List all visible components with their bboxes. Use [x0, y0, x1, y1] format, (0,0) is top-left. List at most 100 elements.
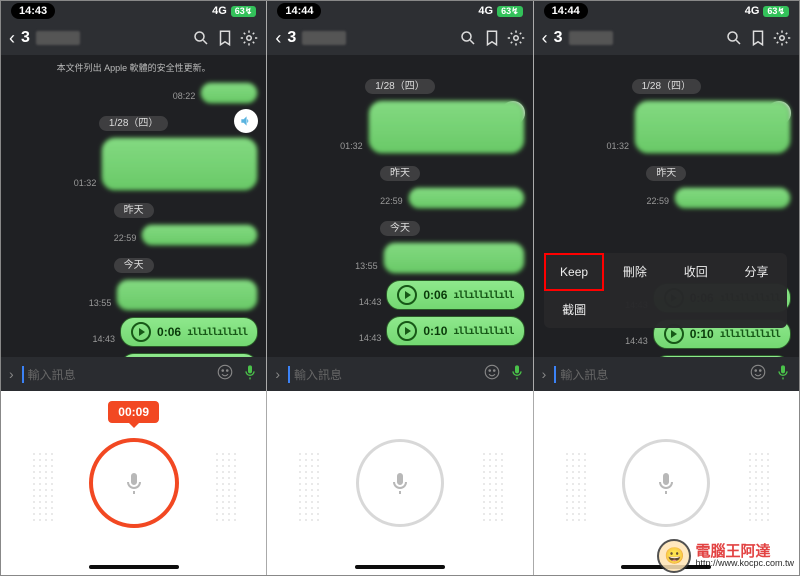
decoration-dots-left: [564, 451, 586, 521]
msg-bubble[interactable]: [141, 224, 258, 246]
play-icon[interactable]: [131, 322, 151, 342]
chat-header: ‹ 3: [267, 21, 532, 55]
speaker-toggle[interactable]: [234, 109, 258, 133]
msg-bubble[interactable]: [383, 242, 525, 274]
battery-icon: 63↯: [497, 6, 523, 17]
unread-count: 3: [554, 29, 563, 47]
msg-bubble[interactable]: [408, 187, 525, 209]
home-indicator[interactable]: [355, 565, 445, 569]
expand-icon[interactable]: ›: [9, 366, 14, 382]
search-icon[interactable]: [459, 29, 477, 47]
back-button[interactable]: ‹: [275, 28, 281, 49]
waveform-icon: ıllıllıllıll: [720, 329, 780, 340]
record-button[interactable]: [356, 439, 444, 527]
msg-bubble[interactable]: [200, 82, 258, 104]
voice-message[interactable]: 0:06ıllıllıllıll: [120, 317, 258, 347]
voice-message[interactable]: 0:10ıllıllıllıll: [653, 355, 791, 357]
settings-icon[interactable]: [240, 29, 258, 47]
back-button[interactable]: ‹: [9, 28, 15, 49]
decoration-dots-right: [481, 451, 503, 521]
unread-count: 3: [21, 29, 30, 47]
recording-panel: [267, 391, 532, 575]
input-bar: › 輸入訊息: [534, 357, 799, 391]
network-label: 4G: [212, 5, 227, 17]
screen-context-menu: 14:44 4G 63↯ ‹ 3 1/28（四） 01:32 昨天 22:59 …: [533, 1, 799, 575]
input-bar: › 輸入訊息: [267, 357, 532, 391]
msg-bubble[interactable]: [101, 137, 258, 191]
battery-icon: 63↯: [763, 6, 789, 17]
chat-title-blurred: [569, 31, 613, 45]
chat-area: 1/28（四） 01:32 昨天 22:59 14:43 0:06ıllıllı…: [534, 55, 799, 357]
waveform-icon: ıllıllıllıll: [453, 326, 513, 337]
bookmark-icon[interactable]: [216, 29, 234, 47]
date-chip: 昨天: [114, 203, 154, 218]
msg-bubble[interactable]: [634, 100, 791, 154]
mic-icon[interactable]: [775, 364, 791, 385]
msg-bubble[interactable]: [116, 279, 258, 311]
clock: 14:43: [11, 3, 55, 19]
play-icon[interactable]: [397, 285, 417, 305]
clock: 14:44: [544, 3, 588, 19]
chat-area: 1/28（四） 01:32 昨天 22:59 今天 13:55 14:43 0:…: [267, 55, 532, 357]
watermark-url: http://www.kocpc.com.tw: [695, 559, 794, 568]
emoji-icon[interactable]: [483, 363, 501, 386]
settings-icon[interactable]: [507, 29, 525, 47]
date-chip: 今天: [114, 258, 154, 273]
menu-keep[interactable]: Keep: [544, 253, 605, 291]
waveform-icon: ıllıllıllıll: [187, 327, 247, 338]
mic-icon[interactable]: [242, 364, 258, 385]
voice-message[interactable]: 0:10ıllıllıllıll: [120, 353, 258, 357]
mic-icon[interactable]: [509, 364, 525, 385]
chat-title-blurred: [36, 31, 80, 45]
settings-icon[interactable]: [773, 29, 791, 47]
record-button[interactable]: [622, 439, 710, 527]
decoration-dots-right: [214, 451, 236, 521]
msg-bubble[interactable]: [368, 100, 525, 154]
watermark-title: 電腦王阿達: [695, 544, 794, 559]
emoji-icon[interactable]: [749, 363, 767, 386]
menu-delete[interactable]: 刪除: [604, 253, 665, 291]
message-input[interactable]: 輸入訊息: [554, 366, 741, 383]
date-chip: 昨天: [646, 166, 686, 181]
battery-icon: 63↯: [231, 6, 257, 17]
record-timer: 00:09: [108, 401, 159, 423]
menu-share[interactable]: 分享: [726, 253, 787, 291]
chat-area: 本文件列出 Apple 軟體的安全性更新。 08:22 1/28（四） 01:3…: [1, 55, 266, 357]
bookmark-icon[interactable]: [483, 29, 501, 47]
decoration-dots-left: [297, 451, 319, 521]
voice-message[interactable]: 0:10ıllıllıllıll: [386, 316, 524, 346]
back-button[interactable]: ‹: [542, 28, 548, 49]
message-input[interactable]: 輸入訊息: [22, 366, 209, 383]
menu-recall[interactable]: 收回: [665, 253, 726, 291]
msg-bubble[interactable]: [674, 187, 791, 209]
screen-idle: 14:44 4G 63↯ ‹ 3 1/28（四） 01:32 昨天 22:59 …: [266, 1, 532, 575]
search-icon[interactable]: [192, 29, 210, 47]
menu-screenshot[interactable]: 截圖: [544, 291, 605, 328]
decoration-dots-right: [747, 451, 769, 521]
system-notice: 本文件列出 Apple 軟體的安全性更新。: [1, 55, 266, 80]
expand-icon[interactable]: ›: [275, 366, 280, 382]
chat-title-blurred: [302, 31, 346, 45]
decoration-dots-left: [31, 451, 53, 521]
date-chip: 今天: [380, 221, 420, 236]
date-chip: 1/28（四）: [365, 79, 434, 94]
watermark-avatar: 😀: [657, 539, 691, 573]
bookmark-icon[interactable]: [749, 29, 767, 47]
voice-message[interactable]: 0:06ıllıllıllıll: [386, 280, 524, 310]
status-bar: 14:43 4G 63↯: [1, 1, 266, 21]
clock: 14:44: [277, 3, 321, 19]
message-input[interactable]: 輸入訊息: [288, 366, 475, 383]
unread-count: 3: [287, 29, 296, 47]
date-chip: 1/28（四）: [99, 116, 168, 131]
home-indicator[interactable]: [89, 565, 179, 569]
record-button-active[interactable]: [89, 438, 179, 528]
search-icon[interactable]: [725, 29, 743, 47]
input-bar: › 輸入訊息: [1, 357, 266, 391]
date-chip: 1/28（四）: [632, 79, 701, 94]
chat-header: ‹ 3: [1, 21, 266, 55]
network-label: 4G: [745, 5, 760, 17]
expand-icon[interactable]: ›: [542, 366, 547, 382]
watermark: 😀 電腦王阿達 http://www.kocpc.com.tw: [657, 539, 794, 573]
play-icon[interactable]: [397, 321, 417, 341]
emoji-icon[interactable]: [216, 363, 234, 386]
